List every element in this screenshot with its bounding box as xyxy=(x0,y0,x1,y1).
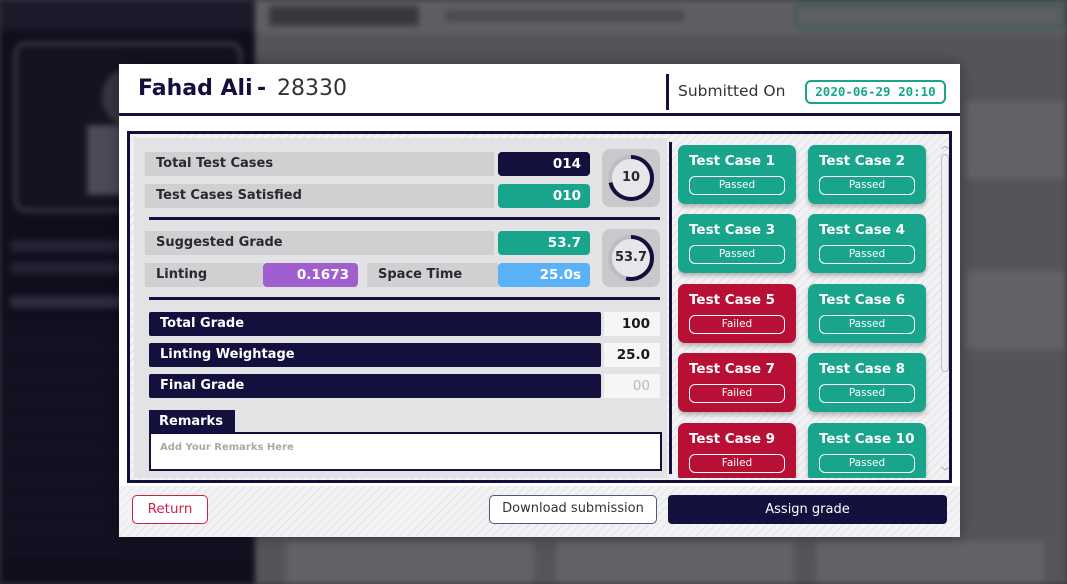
test-case-title: Test Case 4 xyxy=(819,222,906,238)
assign-grade-button[interactable]: Assign grade xyxy=(668,495,947,524)
test-case-card[interactable]: Test Case 2 Passed xyxy=(808,145,926,204)
total-test-cases-label: Total Test Cases xyxy=(145,152,494,176)
test-case-card[interactable]: Test Case 3 Passed xyxy=(678,214,796,273)
modal-body: Total Test Cases 014 Test Cases Satisfie… xyxy=(127,131,952,483)
test-case-card[interactable]: Test Case 4 Passed xyxy=(808,214,926,273)
name-id-separator: - xyxy=(257,76,267,101)
test-case-card[interactable]: Test Case 10 Passed xyxy=(808,423,926,478)
suggested-ring-value: 53.7 xyxy=(614,250,648,265)
test-case-status-badge: Passed xyxy=(819,454,915,473)
test-case-card[interactable]: Test Case 1 Passed xyxy=(678,145,796,204)
grading-modal: Fahad Ali - 28330 Submitted On 2020-06-2… xyxy=(119,64,960,537)
panel-divider xyxy=(669,142,672,474)
linting-label: Linting xyxy=(145,263,263,287)
test-case-status-badge: Failed xyxy=(689,315,785,334)
linting-value: 0.1673 xyxy=(263,263,358,287)
test-case-grid: Test Case 1 Passed Test Case 2 Passed Te… xyxy=(678,142,936,478)
test-case-status-badge: Failed xyxy=(689,454,785,473)
test-case-title: Test Case 8 xyxy=(819,361,906,377)
linting-row: Linting 0.1673 Space Time 25.0s xyxy=(145,263,590,287)
test-cases-satisfied-row: Test Cases Satisfied 010 xyxy=(145,184,590,208)
space-time-value: 25.0s xyxy=(498,263,590,287)
test-case-title: Test Case 5 xyxy=(689,292,776,308)
test-case-status-badge: Passed xyxy=(689,176,785,195)
total-test-cases-value: 014 xyxy=(498,152,590,176)
test-case-status-badge: Passed xyxy=(689,245,785,264)
test-case-status-badge: Passed xyxy=(819,176,915,195)
header-divider xyxy=(666,74,669,110)
test-case-title: Test Case 3 xyxy=(689,222,776,238)
scroll-thumb[interactable] xyxy=(941,154,949,372)
return-button[interactable]: Return xyxy=(132,495,208,524)
suggested-grade-value: 53.7 xyxy=(498,231,590,255)
suggested-grade-ring: 53.7 xyxy=(602,229,660,287)
satisfied-progress-ring: 10 xyxy=(602,149,660,207)
test-case-title: Test Case 9 xyxy=(689,431,776,447)
modal-footer: Return Download submission Assign grade xyxy=(119,486,960,537)
final-grade-value: 00 xyxy=(604,374,660,398)
remarks-input[interactable]: Add Your Remarks Here xyxy=(149,432,662,471)
test-case-status-badge: Passed xyxy=(819,315,915,334)
test-case-title: Test Case 10 xyxy=(819,431,915,447)
test-case-card[interactable]: Test Case 8 Passed xyxy=(808,353,926,412)
student-name: Fahad Ali xyxy=(138,76,253,101)
final-grade-label: Final Grade xyxy=(149,374,601,398)
suggested-grade-label: Suggested Grade xyxy=(145,231,494,255)
total-grade-value: 100 xyxy=(604,312,660,336)
test-case-status-badge: Passed xyxy=(819,384,915,403)
section-divider-1 xyxy=(149,217,660,220)
test-case-card[interactable]: Test Case 9 Failed xyxy=(678,423,796,478)
linting-weightage-value: 25.0 xyxy=(604,343,660,367)
satisfied-ring-value: 10 xyxy=(621,170,641,185)
scroll-up-icon[interactable]: ︿ xyxy=(941,142,949,150)
section-divider-2 xyxy=(149,297,660,300)
submitted-on-label: Submitted On xyxy=(678,82,786,100)
submitted-date-badge: 2020-06-29 20:10 xyxy=(805,80,946,104)
remarks-label: Remarks xyxy=(149,410,235,434)
total-test-cases-row: Total Test Cases 014 xyxy=(145,152,590,176)
total-grade-label: Total Grade xyxy=(149,312,601,336)
suggested-grade-row: Suggested Grade 53.7 xyxy=(145,231,590,255)
test-cases-satisfied-label: Test Cases Satisfied xyxy=(145,184,494,208)
modal-header: Fahad Ali - 28330 Submitted On 2020-06-2… xyxy=(119,64,960,116)
test-cases-satisfied-value: 010 xyxy=(498,184,590,208)
test-case-status-badge: Failed xyxy=(689,384,785,403)
test-case-card[interactable]: Test Case 7 Failed xyxy=(678,353,796,412)
test-case-card[interactable]: Test Case 5 Failed xyxy=(678,284,796,343)
test-case-status-badge: Passed xyxy=(819,245,915,264)
test-case-title: Test Case 2 xyxy=(819,153,906,169)
test-case-title: Test Case 1 xyxy=(689,153,776,169)
test-case-card[interactable]: Test Case 6 Passed xyxy=(808,284,926,343)
test-case-title: Test Case 7 xyxy=(689,361,776,377)
student-id: 28330 xyxy=(277,76,347,101)
test-case-title: Test Case 6 xyxy=(819,292,906,308)
linting-weightage-label: Linting Weightage xyxy=(149,343,601,367)
space-time-label: Space Time xyxy=(367,263,498,287)
download-submission-button[interactable]: Download submission xyxy=(489,495,657,524)
scroll-down-icon[interactable]: ﹀ xyxy=(941,468,949,476)
grading-summary-panel: Total Test Cases 014 Test Cases Satisfie… xyxy=(134,138,667,478)
test-case-scrollbar[interactable]: ︿ ﹀ xyxy=(941,142,949,477)
